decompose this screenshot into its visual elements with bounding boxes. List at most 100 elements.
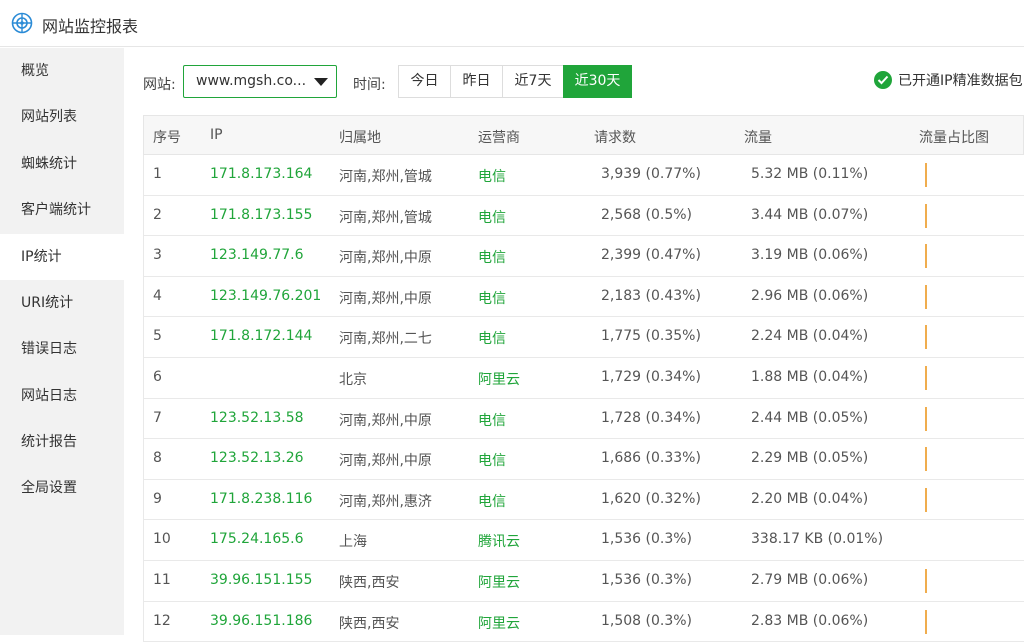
sidebar-item-label: 网站日志 [21,388,77,404]
cell-ip[interactable]: 123.149.76.201 [210,288,321,304]
cell-requests: 2,568 (0.5%) [601,206,693,223]
traffic-share-bar [925,609,927,634]
sidebar-item-report[interactable]: 统计报告 [0,419,124,465]
cell-ip[interactable]: 171.8.172.144 [210,328,312,344]
cell-location: 河南,郑州,二七 [339,331,432,348]
cell-ip[interactable]: 171.8.173.155 [210,207,312,223]
sidebar-item-global-settings[interactable]: 全局设置 [0,465,124,511]
caret-down-icon [314,78,328,86]
traffic-share-bar [925,447,927,472]
range-today-button[interactable]: 今日 [398,65,451,98]
sidebar-item-label: 统计报告 [21,434,77,450]
table-row: 3 123.149.77.6 河南,郑州,中原 电信 2,399 (0.47%) 3.19… [143,236,1024,277]
cell-traffic: 2.29 MB (0.05%) [751,450,869,467]
traffic-share-bar [925,163,927,187]
app-title: 网站监控报表 [42,17,139,36]
cell-ip[interactable]: 123.149.77.6 [210,247,304,263]
cell-ip[interactable]: 171.8.173.164 [210,166,312,182]
range-label: 近30天 [574,73,621,89]
col-header-isp: 运营商 [478,130,520,146]
cell-no: 10 [153,531,171,548]
table-row: 10 175.24.165.6 上海 腾讯云 1,536 (0.3%) 338.17 KB… [143,520,1024,561]
cell-isp: 电信 [478,250,506,267]
cell-no: 2 [153,206,162,223]
sidebar-item-label: 错误日志 [21,341,77,357]
cell-requests: 1,536 (0.3%) [601,531,693,548]
sidebar-item-label: 全局设置 [21,480,77,496]
cell-ip[interactable]: 39.96.151.155 [210,572,312,588]
cell-location: 北京 [339,372,367,388]
sidebar-item-site-list[interactable]: 网站列表 [0,94,124,140]
cell-location: 河南,郑州,管城 [339,169,432,185]
cell-ip[interactable]: 171.8.238.116 [210,491,312,507]
sidebar-item-label: 蜘蛛统计 [21,156,77,172]
range-30days-button[interactable]: 近30天 [563,65,632,98]
cell-no: 1 [153,166,162,182]
site-select[interactable]: www.mgsh.co... [183,65,337,98]
cell-location: 河南,郑州,管城 [339,209,432,226]
cell-location: 河南,郑州,中原 [339,290,432,307]
time-label: 时间: [353,77,386,93]
cell-isp: 电信 [478,453,506,470]
range-label: 昨日 [462,73,491,89]
sidebar-item-spider-stats[interactable]: 蜘蛛统计 [0,141,124,187]
cell-requests: 1,729 (0.34%) [601,369,701,385]
table-header: 序号 IP 归属地 运营商 请求数 流量 流量占比图 [143,115,1024,155]
cell-no: 5 [153,328,162,345]
sidebar-item-overview[interactable]: 概览 [0,48,124,94]
cell-no: 6 [153,369,162,385]
cell-traffic: 2.24 MB (0.04%) [751,328,869,345]
cell-no: 8 [153,450,162,467]
col-header-location: 归属地 [339,130,381,146]
sidebar-item-client-stats[interactable]: 客户端统计 [0,187,124,233]
col-header-no: 序号 [153,130,181,146]
traffic-share-bar [925,244,927,269]
table-row: 2 171.8.173.155 河南,郑州,管城 电信 2,568 (0.5%) 3.44… [143,195,1024,237]
traffic-share-bar [925,487,927,512]
cell-traffic: 338.17 KB (0.01%) [751,531,884,548]
cell-requests: 2,399 (0.47%) [601,247,701,264]
cell-ip[interactable]: 123.52.13.26 [210,450,304,466]
table-row: 12 39.96.151.186 陕西,西安 阿里云 1,508 (0.3%) 2.83 … [143,601,1024,642]
cell-requests: 1,620 (0.32%) [601,490,701,507]
cell-no: 3 [153,247,162,264]
sidebar-item-ip-stats[interactable]: IP统计 [0,234,124,280]
sidebar-item-label: 概览 [21,63,49,79]
col-header-requests: 请求数 [594,130,636,146]
cell-location: 上海 [339,534,367,551]
col-header-traffic-share: 流量占比图 [919,130,989,146]
cell-traffic: 2.83 MB (0.06%) [751,612,869,629]
table-row: 1 171.8.173.164 河南,郑州,管城 电信 3,939 (0.77%) 5.3… [143,155,1024,196]
traffic-share-bar [925,325,927,350]
cell-isp: 电信 [478,209,506,226]
cell-ip[interactable]: 175.24.165.6 [210,531,304,547]
range-7days-button[interactable]: 近7天 [502,65,564,98]
cell-isp: 电信 [478,412,506,429]
sidebar-item-label: URI统计 [21,295,74,311]
cell-requests: 2,183 (0.43%) [601,287,701,304]
sidebar-item-error-log[interactable]: 错误日志 [0,326,124,372]
cell-location: 陕西,西安 [339,615,400,632]
cell-no: 9 [153,490,162,507]
table-row: 6 北京 阿里云 1,729 (0.34%) 1.88 MB (0.04%) [143,358,1024,399]
sidebar-item-site-log[interactable]: 网站日志 [0,373,124,419]
cell-location: 河南,郑州,中原 [339,412,432,429]
cell-ip[interactable]: 123.52.13.58 [210,410,304,426]
site-select-value: www.mgsh.co... [196,73,307,89]
ip-data-pack-status: 已开通IP精准数据包 [874,70,1023,90]
cell-ip[interactable]: 39.96.151.186 [210,613,312,629]
cell-isp: 电信 [478,493,506,510]
sidebar-item-uri-stats[interactable]: URI统计 [0,280,124,326]
cell-isp: 阿里云 [478,575,520,591]
table-row: 9 171.8.238.116 河南,郑州,惠济 电信 1,620 (0.32%) 2.2… [143,479,1024,521]
traffic-share-bar [925,569,927,593]
cell-traffic: 2.44 MB (0.05%) [751,409,869,426]
range-label: 近7天 [514,73,552,89]
cell-isp: 腾讯云 [478,534,520,551]
range-yesterday-button[interactable]: 昨日 [450,65,503,98]
cell-traffic: 3.19 MB (0.06%) [751,247,869,264]
cell-no: 12 [153,612,171,629]
cell-traffic: 2.79 MB (0.06%) [751,572,869,588]
sidebar-item-label: IP统计 [21,249,62,265]
cell-traffic: 2.96 MB (0.06%) [751,287,869,304]
